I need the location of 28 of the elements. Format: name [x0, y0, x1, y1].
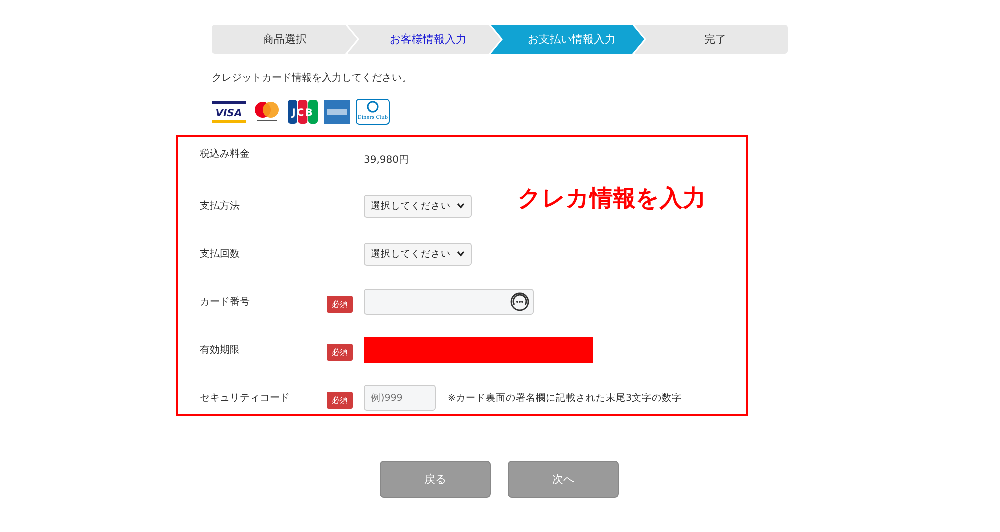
progress-step: 完了	[634, 25, 788, 54]
annotation-text: クレカ情報を入力	[518, 185, 706, 214]
required-badge: 必須	[327, 296, 353, 312]
field-label: 税込み料金	[200, 148, 251, 161]
select-dropdown[interactable]: 選択してください	[364, 242, 472, 266]
progress-step: お客様情報入力	[348, 25, 501, 54]
hint-text: ※カード裏面の署名欄に記載された末尾3文字の数字	[448, 392, 682, 404]
field-label: 支払方法	[200, 200, 241, 213]
field-label: 有効期限	[200, 344, 241, 357]
progress-step: お支払い情報入力	[491, 25, 644, 54]
card-logo	[324, 100, 350, 124]
card-logo: VISA	[212, 100, 246, 124]
price-value: 39,980円	[364, 154, 409, 167]
autofill-icon	[510, 292, 530, 312]
input-field[interactable]	[364, 289, 534, 315]
field-label: カード番号	[200, 296, 251, 309]
input-field[interactable]: 例)999	[364, 385, 436, 411]
card-logo: JCB	[288, 100, 318, 124]
chevron-icon	[457, 203, 465, 209]
instruction-text: クレジットカード情報を入力してください。	[212, 72, 413, 85]
required-badge: 必須	[327, 392, 353, 408]
select-dropdown[interactable]: 選択してください	[364, 194, 472, 218]
progress-step: 商品選択	[212, 25, 358, 54]
card-logo	[252, 100, 282, 124]
field-label: セキュリティコード	[200, 392, 291, 405]
field-label: 支払回数	[200, 248, 241, 261]
chevron-icon	[457, 251, 465, 257]
required-badge: 必須	[327, 344, 353, 360]
